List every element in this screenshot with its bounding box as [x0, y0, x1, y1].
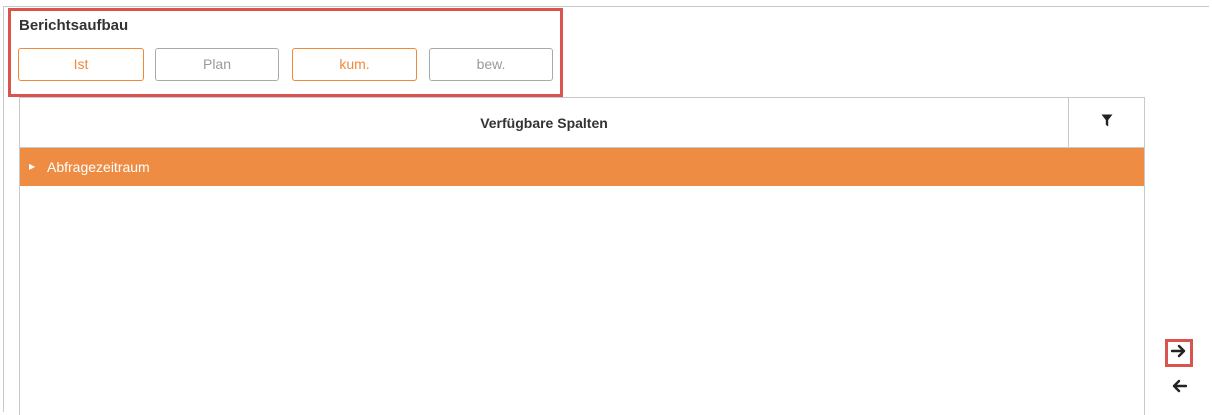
arrow-right-icon — [1170, 344, 1187, 363]
available-columns-title: Verfügbare Spalten — [480, 115, 608, 131]
report-structure-title: Berichtsaufbau — [19, 17, 129, 34]
move-left-button[interactable] — [1165, 374, 1193, 402]
available-columns-header: Verfügbare Spalten — [20, 98, 1144, 148]
toggle-plan-button[interactable]: Plan — [155, 48, 279, 81]
filter-button[interactable] — [1068, 98, 1144, 147]
caret-right-icon: ▶ — [29, 162, 36, 171]
filter-icon — [1101, 114, 1113, 132]
toggle-kum-button[interactable]: kum. — [292, 48, 417, 81]
toggle-bew-button[interactable]: bew. — [429, 48, 553, 81]
available-columns-panel: Verfügbare Spalten ▶ Abfragezeitraum — [19, 97, 1145, 415]
arrow-left-icon — [1171, 379, 1188, 398]
group-row-abfragezeitraum[interactable]: ▶ Abfragezeitraum — [20, 148, 1144, 186]
move-right-button[interactable] — [1165, 339, 1193, 367]
group-row-label: Abfragezeitraum — [47, 159, 150, 175]
toggle-ist-button[interactable]: Ist — [18, 48, 144, 81]
